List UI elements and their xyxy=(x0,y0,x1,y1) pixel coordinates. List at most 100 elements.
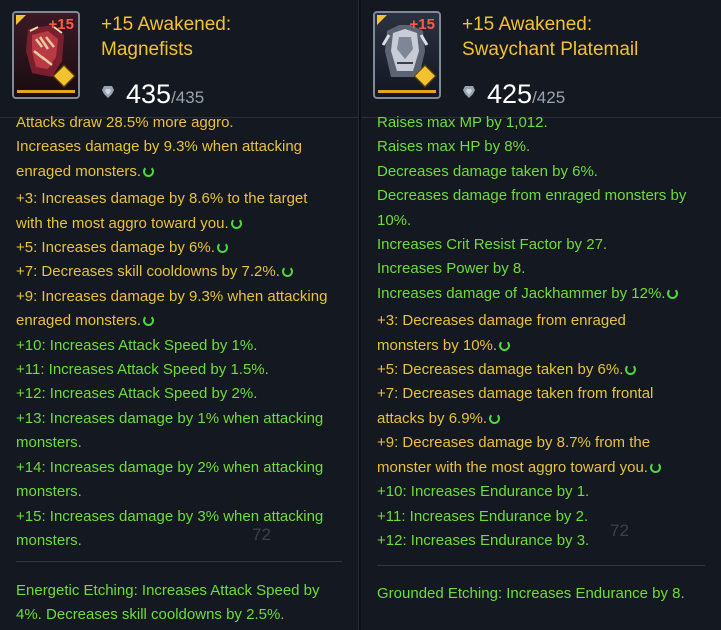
item-level-gear-icon xyxy=(102,86,114,98)
stat-lines: Raises max MP by 1,012. Raises max HP by … xyxy=(377,111,715,553)
stat-line-text: monsters. xyxy=(16,531,82,549)
item-level-value: 435 xyxy=(126,79,172,109)
stat-line: Raises max MP by 1,012. xyxy=(377,111,715,135)
stat-line-text: +3: Decreases damage from enraged xyxy=(377,312,626,330)
cycle-refresh-icon xyxy=(143,315,155,327)
stat-line-text: Increases damage of Jackhammer by 12%. xyxy=(377,284,666,302)
stat-line: +9: Decreases damage by 8.7% from the xyxy=(377,431,715,455)
item-level-value: 425 xyxy=(487,79,533,109)
stat-line-text: enraged monsters. xyxy=(16,312,142,330)
stat-line-text: with the most aggro toward you. xyxy=(16,214,229,232)
etching-line-2: 4%. Decreases skill cooldowns by 2.5%. xyxy=(16,606,285,624)
stat-line: +10: Increases Attack Speed by 1%. xyxy=(16,334,352,358)
item-name-line-2: Swaychant Platemail xyxy=(462,39,639,60)
stat-line-text: +3: Increases damage by 8.6% to the targ… xyxy=(16,190,308,208)
stat-line-text: +9: Decreases damage by 8.7% from the xyxy=(377,434,651,452)
stat-line-text: monster with the most aggro toward you. xyxy=(377,458,648,476)
item-icon-magnefists[interactable]: +15 xyxy=(12,11,80,99)
item-name-line-1: +15 Awakened: xyxy=(101,14,232,35)
stat-line: +3: Increases damage by 8.6% to the targ… xyxy=(16,187,352,211)
stat-line-text: +5: Increases damage by 6%. xyxy=(16,239,215,257)
stat-line: Increases Power by 8. xyxy=(377,257,715,281)
stat-line-text: +14: Increases damage by 2% when attacki… xyxy=(16,458,324,476)
stat-line: monsters. xyxy=(16,480,352,504)
item-icon-swaychant-platemail[interactable]: +15 xyxy=(373,11,441,99)
cycle-refresh-icon xyxy=(489,412,501,424)
stat-line: enraged monsters. xyxy=(16,160,352,184)
item-name: +15 Awakened: Magnefists xyxy=(101,12,231,62)
stat-line-text: +12: Increases Endurance by 3. xyxy=(377,531,590,549)
stat-line-text: +10: Increases Endurance by 1. xyxy=(377,483,590,501)
durability-bar xyxy=(17,90,75,93)
cycle-refresh-icon xyxy=(230,217,242,229)
stat-line-text: +9: Increases damage by 9.3% when attack… xyxy=(16,287,328,305)
stat-line: monster with the most aggro toward you. xyxy=(377,456,715,480)
stat-line: Increases damage by 9.3% when attacking xyxy=(16,135,352,159)
stat-line-text: +11: Increases Endurance by 2. xyxy=(377,507,589,525)
stat-line-text: Raises max MP by 1,012. xyxy=(377,114,548,131)
stat-line-text: monsters. xyxy=(16,434,82,452)
cycle-refresh-icon xyxy=(625,364,637,376)
stat-line-text: +12: Increases Attack Speed by 2%. xyxy=(16,385,258,403)
item-name-line-2: Magnefists xyxy=(101,39,193,60)
cycle-refresh-icon xyxy=(667,287,679,299)
cycle-refresh-icon xyxy=(649,461,661,473)
item-tooltip-magnefists: +15 +15 Awakened: Magnefists 435/435 Att… xyxy=(0,0,359,630)
watermark-text: 72 xyxy=(252,525,271,544)
grade-corner-marker xyxy=(377,15,387,25)
stat-lines: Attacks draw 28.5% more aggro. Increases … xyxy=(16,111,352,553)
item-level-score: 425/425 xyxy=(487,79,565,110)
watermark-text: 72 xyxy=(610,521,629,540)
item-level-max: /435 xyxy=(171,88,205,107)
cycle-refresh-icon xyxy=(216,242,228,254)
stat-line-text: +10: Increases Attack Speed by 1%. xyxy=(16,336,258,354)
stat-line-text: attacks by 6.9%. xyxy=(377,409,488,427)
stat-line-text: enraged monsters. xyxy=(16,162,142,180)
durability-bar xyxy=(378,90,436,93)
stat-line: +12: Increases Attack Speed by 2%. xyxy=(16,382,352,406)
stat-line-text: 10%. xyxy=(377,211,412,229)
stat-line: Raises max HP by 8%. xyxy=(377,135,715,159)
stat-line: +11: Increases Attack Speed by 1.5%. xyxy=(16,358,352,382)
item-level-gear-icon xyxy=(463,86,475,98)
stat-line: +9: Increases damage by 9.3% when attack… xyxy=(16,285,352,309)
stat-line: +5: Decreases damage taken by 6%. xyxy=(377,358,715,382)
stat-line: +14: Increases damage by 2% when attacki… xyxy=(16,456,352,480)
cycle-refresh-icon xyxy=(281,266,293,278)
enchant-level-badge: +15 xyxy=(48,16,74,33)
enchant-level-badge: +15 xyxy=(409,16,435,33)
etching-text: Energetic Etching: Increases Attack Spee… xyxy=(16,579,320,628)
stat-line: monsters. xyxy=(16,529,352,553)
etching-text: Grounded Etching: Increases Endurance by… xyxy=(377,582,685,606)
etching-line-1: Grounded Etching: Increases Endurance by… xyxy=(377,585,685,602)
item-tooltip-swaychant-platemail: +15 +15 Awakened: Swaychant Platemail 42… xyxy=(361,0,721,630)
stat-line: +7: Decreases skill cooldowns by 7.2%. xyxy=(16,260,352,284)
stat-line: 10%. xyxy=(377,209,715,233)
stat-line: +3: Decreases damage from enraged xyxy=(377,309,715,333)
stat-line-text: Attacks draw 28.5% more aggro. xyxy=(16,114,234,131)
stat-line: +11: Increases Endurance by 2. xyxy=(377,505,715,529)
stat-line-text: +11: Increases Attack Speed by 1.5%. xyxy=(16,361,269,379)
stat-line: +5: Increases damage by 6%. xyxy=(16,236,352,260)
stat-line-text: Decreases damage taken by 6%. xyxy=(377,162,598,180)
stat-line-text: Increases Crit Resist Factor by 27. xyxy=(377,236,608,254)
stat-line-text: +15: Increases damage by 3% when attacki… xyxy=(16,507,324,525)
item-name: +15 Awakened: Swaychant Platemail xyxy=(462,12,638,62)
etching-divider xyxy=(377,565,705,566)
stat-line: +13: Increases damage by 1% when attacki… xyxy=(16,407,352,431)
stat-line-text: Increases Power by 8. xyxy=(377,260,526,278)
stat-line: Decreases damage from enraged monsters b… xyxy=(377,184,715,208)
stat-line: attacks by 6.9%. xyxy=(377,407,715,431)
stat-line: Attacks draw 28.5% more aggro. xyxy=(16,111,352,135)
stat-line: +10: Increases Endurance by 1. xyxy=(377,480,715,504)
stat-line-text: +7: Decreases skill cooldowns by 7.2%. xyxy=(16,263,280,281)
stat-line-text: +7: Decreases damage taken from frontal xyxy=(377,385,654,403)
item-name-line-1: +15 Awakened: xyxy=(462,14,593,35)
stat-line-text: Increases damage by 9.3% when attacking xyxy=(16,138,303,156)
etching-line-1: Energetic Etching: Increases Attack Spee… xyxy=(16,582,320,599)
item-level-max: /425 xyxy=(532,88,566,107)
stat-line: Decreases damage taken by 6%. xyxy=(377,160,715,184)
item-level-score: 435/435 xyxy=(126,79,204,110)
cycle-refresh-icon xyxy=(499,339,511,351)
etching-divider xyxy=(16,561,342,562)
